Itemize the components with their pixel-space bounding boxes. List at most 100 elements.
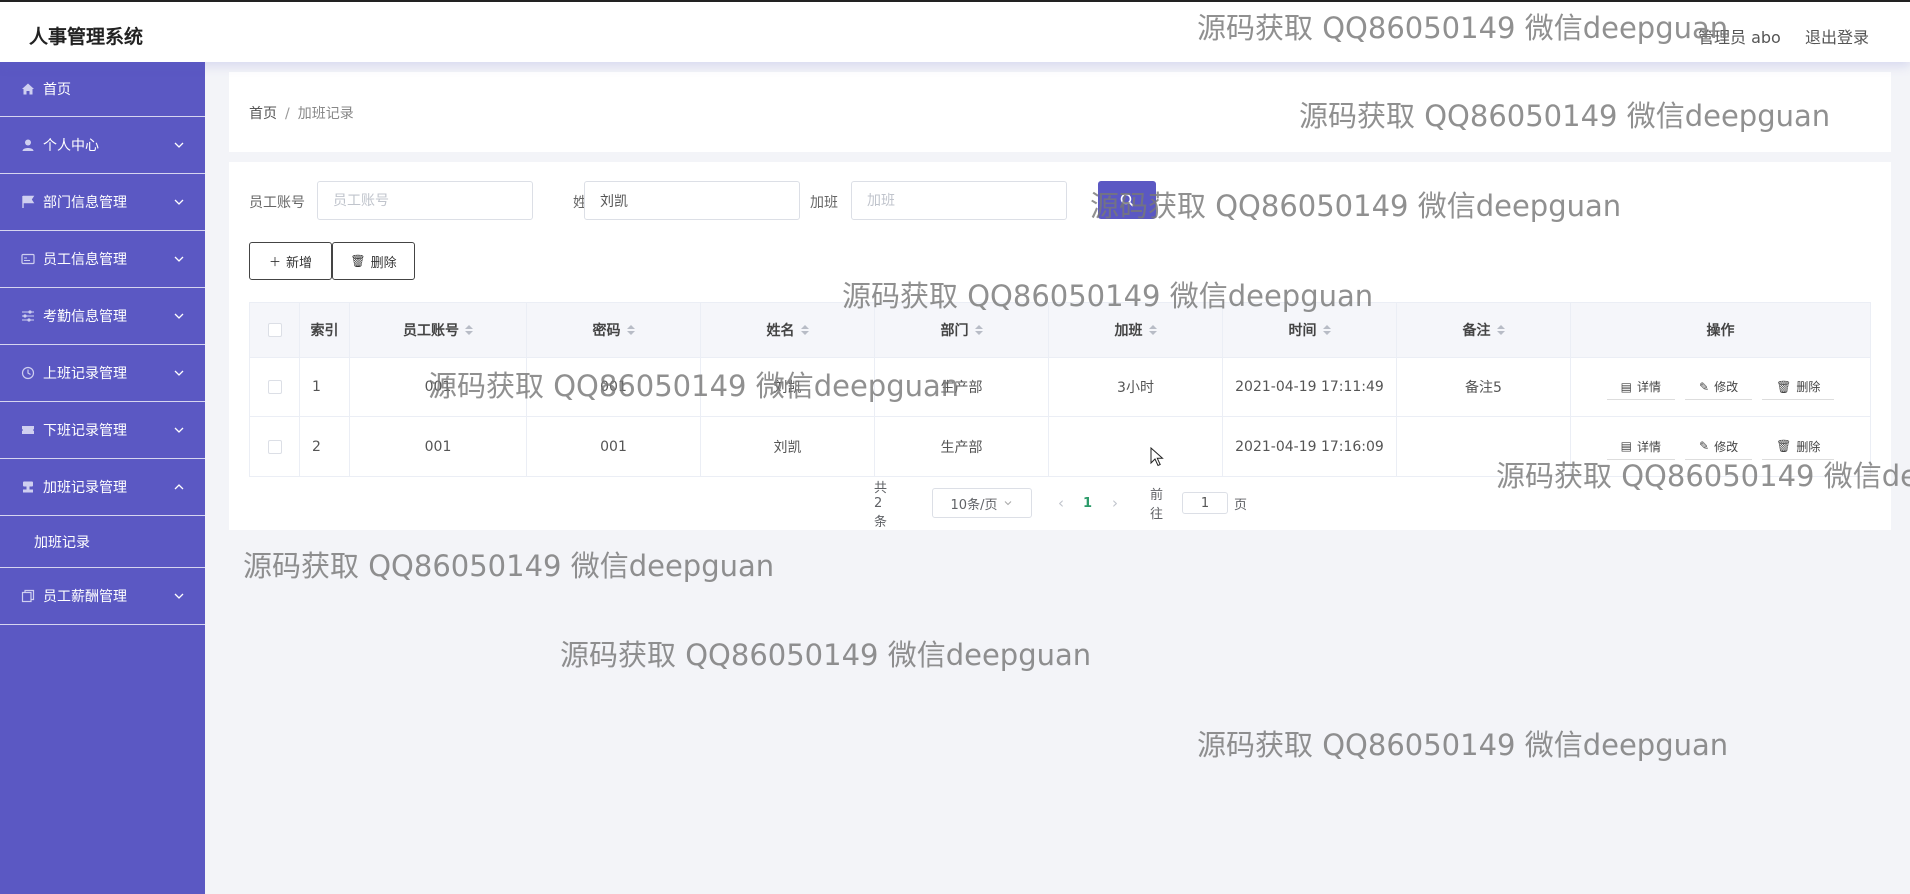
sidebar-subitem-overtime-record[interactable]: 加班记录: [0, 516, 205, 568]
detail-label: 详情: [1637, 380, 1662, 394]
sidebar-item-home[interactable]: 首页: [0, 62, 205, 117]
sidebar-item-label: 个人中心: [43, 138, 99, 154]
user-icon: [20, 138, 35, 153]
breadcrumb-separator: /: [285, 106, 290, 122]
app-title: 人事管理系统: [29, 26, 144, 48]
breadcrumb-current: 加班记录: [297, 106, 354, 122]
cell-note: 备注5: [1397, 358, 1571, 416]
page-size-select[interactable]: 10条/页: [932, 488, 1032, 518]
cell-name: 刘凯: [701, 417, 875, 476]
trash-icon: 🗑: [350, 254, 366, 268]
cell-operations: ▤ 详情 ✎ 修改 🗑 删除: [1571, 417, 1870, 476]
column-header[interactable]: 加班: [1049, 303, 1223, 357]
search-button[interactable]: [1098, 181, 1156, 219]
main-panel: 员工账号 姓名 加班 ＋ 新增 🗑 删除 索引 员工账号 密码 姓名 部门 加班 时…: [229, 162, 1891, 530]
sliders-icon: [20, 309, 35, 324]
data-table: 索引 员工账号 密码 姓名 部门 加班 时间 备注 操作 1 001 001 刘…: [249, 302, 1871, 477]
stamp-icon: [20, 480, 35, 495]
name-input[interactable]: [584, 181, 800, 220]
column-header[interactable]: 备注: [1397, 303, 1571, 357]
prev-page-icon[interactable]: ‹: [1058, 488, 1064, 518]
batch-delete-button[interactable]: 🗑 删除: [332, 242, 415, 280]
logout-link[interactable]: 退出登录: [1805, 24, 1869, 48]
breadcrumb-home[interactable]: 首页: [249, 106, 277, 122]
clock-icon: [20, 366, 35, 381]
sidebar-item-label: 上班记录管理: [43, 366, 127, 382]
card-icon: [20, 252, 35, 267]
trash-icon: 🗑: [1776, 379, 1792, 394]
detail-button[interactable]: ▤ 详情: [1606, 374, 1676, 400]
column-header-label: 操作: [1706, 323, 1735, 339]
sidebar-item-label: 考勤信息管理: [43, 309, 127, 325]
sidebar-item-department[interactable]: 部门信息管理: [0, 174, 205, 231]
sort-icon[interactable]: [465, 324, 473, 336]
cell-overtime: 3小时: [1049, 358, 1223, 416]
chevron-down-icon: [174, 427, 184, 433]
cell-department: 生产部: [875, 358, 1049, 416]
column-header[interactable]: 姓名: [701, 303, 875, 357]
column-header-label: 员工账号: [403, 323, 459, 339]
mouse-cursor-icon: [1150, 447, 1164, 467]
row-checkbox[interactable]: [267, 439, 282, 454]
goto-label: 前往: [1150, 488, 1164, 522]
sidebar-item-profile[interactable]: 个人中心: [0, 117, 205, 174]
delete-button-label: 删除: [370, 255, 397, 271]
search-bar: 员工账号 姓名 加班: [249, 181, 1249, 220]
edit-button[interactable]: ✎ 修改: [1685, 434, 1753, 460]
sidebar-item-attendance[interactable]: 考勤信息管理: [0, 288, 205, 345]
cell-account: 001: [350, 417, 527, 476]
overtime-label: 加班: [810, 195, 838, 211]
delete-label: 删除: [1796, 380, 1821, 394]
edit-label: 修改: [1714, 380, 1739, 394]
cell-department: 生产部: [875, 417, 1049, 476]
page-unit: 页: [1234, 497, 1248, 513]
column-header[interactable]: 部门: [875, 303, 1049, 357]
admin-info: 管理员 abo: [1698, 28, 1781, 47]
row-delete-button[interactable]: 🗑 删除: [1762, 434, 1835, 460]
sidebar-item-label: 部门信息管理: [43, 195, 127, 211]
sidebar-item-label: 下班记录管理: [43, 423, 127, 439]
cell-note: [1397, 417, 1571, 476]
sort-icon[interactable]: [1148, 324, 1157, 336]
cell-time: 2021-04-19 17:16:09: [1223, 417, 1397, 476]
row-delete-button[interactable]: 🗑 删除: [1762, 374, 1835, 400]
page-number-active[interactable]: 1: [1083, 488, 1092, 518]
add-button-label: 新增: [286, 255, 313, 271]
column-header: 索引: [300, 303, 350, 357]
sidebar-item-salary[interactable]: 员工薪酬管理: [0, 568, 205, 625]
sort-icon[interactable]: [626, 324, 635, 336]
table-row: 1 001 001 刘凯 生产部 3小时 2021-04-19 17:11:49…: [250, 358, 1870, 417]
sidebar-item-checkin[interactable]: 上班记录管理: [0, 345, 205, 402]
column-header[interactable]: 时间: [1223, 303, 1397, 357]
watermark-text: 源码获取 QQ86050149 微信deepguan: [243, 549, 775, 583]
row-checkbox[interactable]: [267, 380, 282, 394]
sort-icon[interactable]: [974, 324, 983, 336]
column-header[interactable]: 员工账号: [350, 303, 527, 357]
edit-button[interactable]: ✎ 修改: [1685, 374, 1753, 400]
goto-page-input[interactable]: [1182, 492, 1228, 514]
row-select-cell: [250, 417, 300, 476]
column-header[interactable]: 密码: [527, 303, 701, 357]
overtime-input[interactable]: [851, 181, 1067, 220]
add-button[interactable]: ＋ 新增: [249, 242, 332, 280]
sort-icon[interactable]: [800, 324, 809, 336]
column-header-label: 备注: [1462, 323, 1491, 339]
chevron-down-icon: [174, 593, 184, 599]
sidebar-item-checkout[interactable]: 下班记录管理: [0, 402, 205, 459]
select-all-checkbox[interactable]: [267, 323, 282, 337]
cell-password: 001: [527, 417, 701, 476]
cell-name: 刘凯: [701, 358, 875, 416]
sort-icon[interactable]: [1322, 324, 1331, 336]
sort-icon[interactable]: [1496, 324, 1505, 336]
cell-account: 001: [350, 358, 527, 416]
search-icon: [1120, 193, 1134, 207]
sidebar-item-employee[interactable]: 员工信息管理: [0, 231, 205, 288]
column-header-label: 部门: [940, 323, 969, 339]
sidebar-item-overtime[interactable]: 加班记录管理: [0, 459, 205, 516]
pagination-total: 共 2 条: [874, 480, 888, 530]
page-size-value: 10条/页: [950, 497, 998, 513]
sidebar-item-label: 加班记录管理: [43, 480, 127, 496]
account-input[interactable]: [317, 181, 533, 220]
next-page-icon[interactable]: ›: [1112, 488, 1118, 518]
detail-button[interactable]: ▤ 详情: [1606, 434, 1676, 460]
